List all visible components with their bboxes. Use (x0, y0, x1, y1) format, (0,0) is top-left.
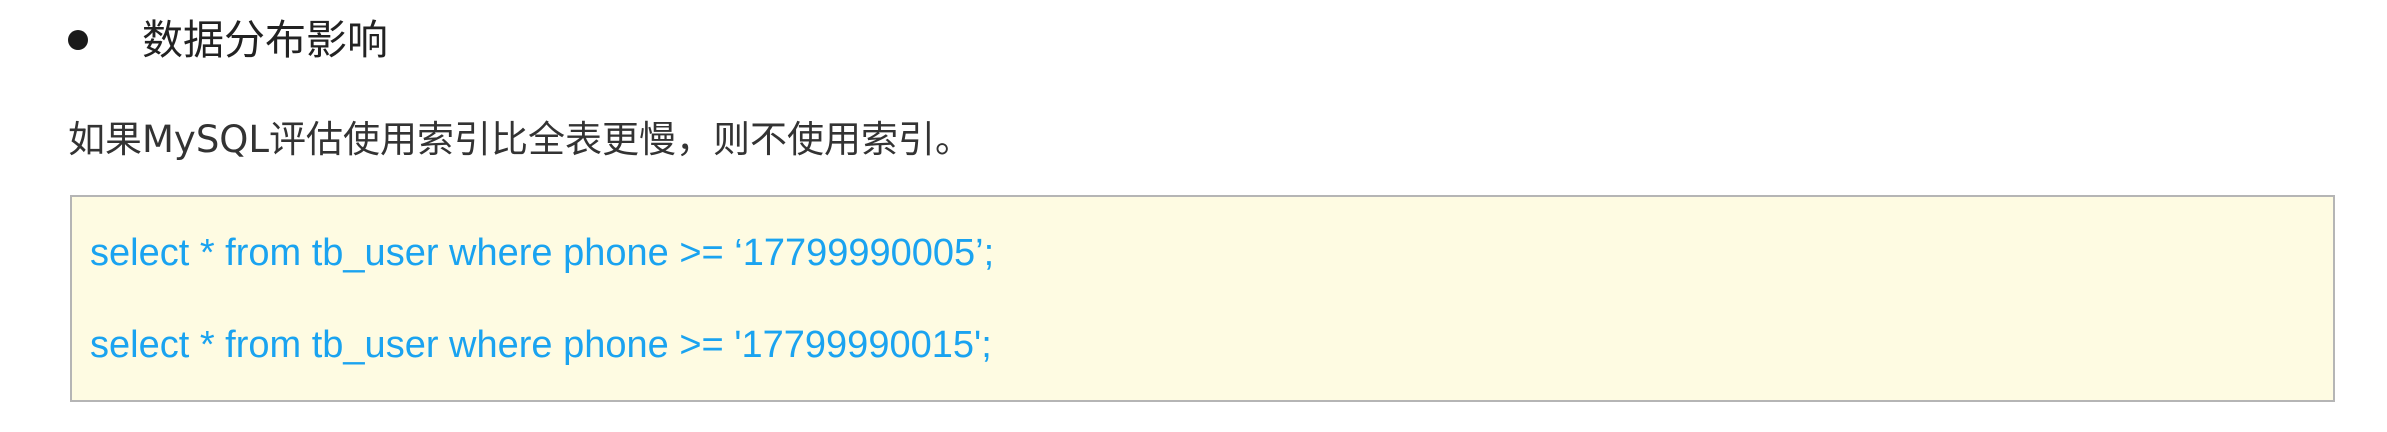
section-heading: 数据分布影响 (68, 10, 388, 70)
description-paragraph: 如果MySQL评估使用索引比全表更慢，则不使用索引。 (68, 118, 973, 161)
code-line-1: select * from tb_user where phone >= ‘17… (90, 232, 995, 274)
heading-title: 数据分布影响 (142, 16, 388, 64)
code-line-2: select * from tb_user where phone >= '17… (90, 324, 992, 366)
bullet-icon (68, 30, 88, 50)
code-block: select * from tb_user where phone >= ‘17… (70, 195, 2335, 402)
